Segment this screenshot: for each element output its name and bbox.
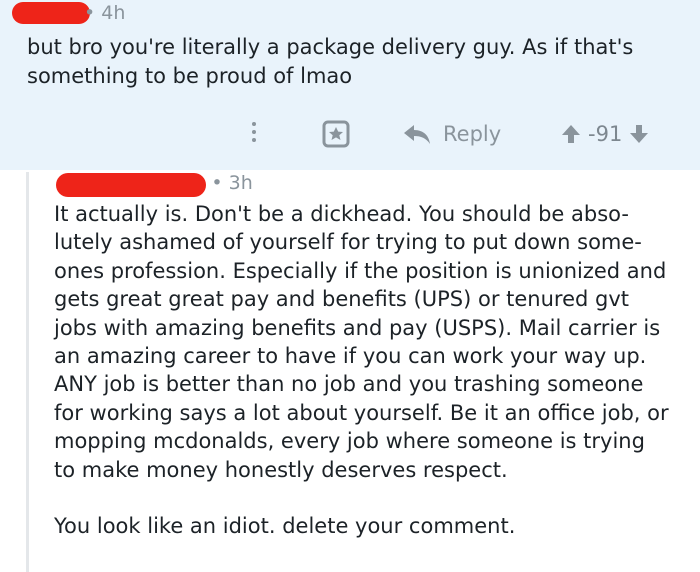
comment-line: something to be proud of lmao: [27, 64, 353, 88]
reply-line: jobs with amazing benefits and pay (USPS…: [54, 315, 661, 340]
vote-controls: -91: [560, 119, 650, 149]
reply-line: to make money honestly deserves respect.: [54, 457, 508, 482]
reply-line: ones profession. Especially if the posit…: [54, 258, 667, 283]
more-vertical-icon[interactable]: [250, 119, 258, 149]
reply-line: for working says a lot about yourself. B…: [54, 400, 669, 425]
redacted-username: [12, 2, 90, 24]
reply-button[interactable]: Reply: [403, 119, 501, 149]
reply-time: 3h: [228, 172, 253, 194]
reply-meta: xxxxxxxxxxxxxx• 3h: [54, 172, 253, 194]
reply-arrow-icon: [404, 125, 430, 144]
reply-line: mopping mcdonalds, every job where someo…: [54, 429, 645, 454]
comment-actions: Reply -91: [0, 115, 700, 155]
downvote-icon[interactable]: [628, 123, 650, 145]
meta-dot: •: [211, 172, 229, 194]
meta-dot: •: [84, 2, 102, 24]
reply-line: ANY job is better than no job and you tr…: [54, 372, 644, 397]
reply-line: lutely ashamed of yourself for trying to…: [54, 230, 642, 255]
upvote-icon[interactable]: [560, 123, 582, 145]
reply-paragraph: You look like an idiot. delete your comm…: [54, 512, 694, 540]
reply-body: It actually is. Don't be a dickhead. You…: [54, 200, 694, 540]
comment-meta: • 4h: [84, 2, 125, 24]
reply-line: an amazing career to have if you can wor…: [54, 344, 647, 369]
reply-paragraph: It actually is. Don't be a dickhead. You…: [54, 200, 694, 484]
thread-line[interactable]: [26, 172, 29, 572]
vote-score: -91: [588, 122, 623, 146]
reply-line: You look like an idiot. delete your comm…: [54, 514, 516, 539]
comment-body: but bro you're literally a package deliv…: [27, 33, 677, 91]
parent-comment: • 4h but bro you're literally a package …: [0, 0, 700, 170]
reply-line: gets great great pay and benefits (UPS) …: [54, 287, 629, 312]
comment-time: 4h: [101, 2, 126, 24]
reply-line: It actually is. Don't be a dickhead. You…: [54, 202, 629, 226]
award-icon[interactable]: [321, 119, 351, 149]
comment-line: but bro you're literally a package deliv…: [27, 35, 634, 59]
reply-label: Reply: [443, 122, 502, 146]
